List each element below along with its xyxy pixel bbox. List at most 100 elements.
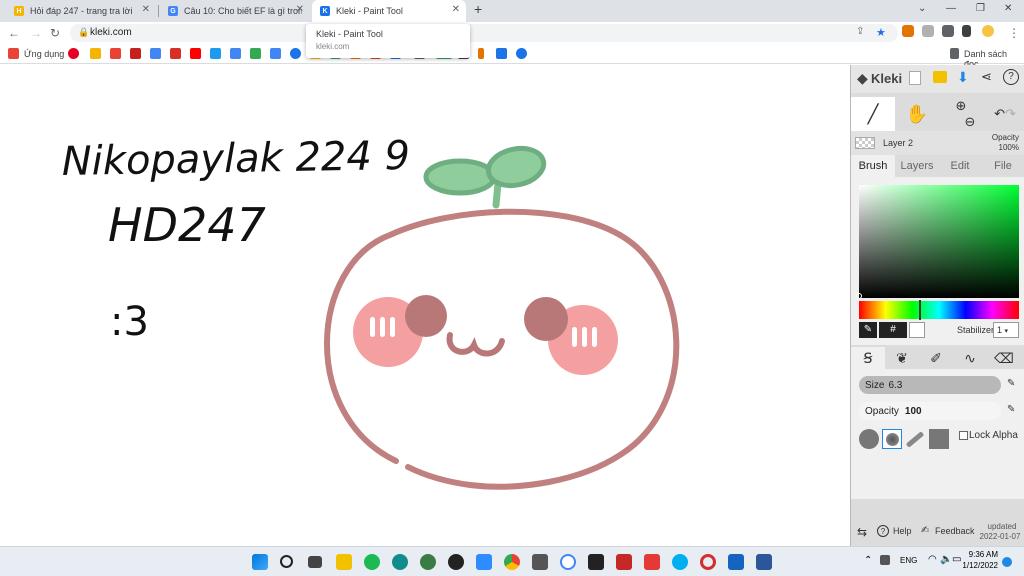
tray-app-icon[interactable] xyxy=(880,555,890,565)
clock-time[interactable]: 9:36 AM xyxy=(962,550,998,559)
twitter-icon[interactable] xyxy=(210,48,221,59)
youtube-icon[interactable] xyxy=(190,48,201,59)
app-icon[interactable] xyxy=(616,554,632,570)
feedback-link[interactable]: Feedback xyxy=(935,526,975,536)
sketchy-brush-button[interactable]: ✐ xyxy=(919,347,953,369)
close-tab-icon[interactable]: ✕ xyxy=(296,4,304,15)
redo-icon[interactable]: ↷ xyxy=(1005,106,1016,122)
help-icon[interactable]: ? xyxy=(1003,69,1019,85)
forward-icon[interactable]: → xyxy=(30,26,42,40)
pen-brush-button[interactable]: Ꞩ xyxy=(851,347,885,369)
app-icon[interactable] xyxy=(448,554,464,570)
help-link[interactable]: Help xyxy=(893,526,912,536)
skype-icon[interactable] xyxy=(672,554,688,570)
bookmark-icon[interactable] xyxy=(290,48,301,59)
google-icon[interactable] xyxy=(270,48,281,59)
swap-sides-icon[interactable]: ⇆ xyxy=(857,525,867,539)
eyedropper-icon[interactable]: ✎ xyxy=(859,322,877,338)
reload-icon[interactable]: ↻ xyxy=(50,26,60,40)
media-icon[interactable] xyxy=(962,25,971,37)
undo-redo-buttons[interactable]: ↶ ↷ xyxy=(983,97,1024,131)
hex-input-button[interactable]: # xyxy=(879,322,907,338)
app-icon[interactable] xyxy=(644,554,660,570)
drawing-canvas[interactable]: Nikopaylak 224 9 HD247 :3 xyxy=(0,65,850,546)
lock-alpha-checkbox[interactable] xyxy=(959,431,968,440)
camera-icon[interactable] xyxy=(532,554,548,570)
bookmark-icon[interactable] xyxy=(130,48,141,59)
tab-brush[interactable]: Brush xyxy=(851,155,895,177)
opacity-slider[interactable]: Opacity 100 xyxy=(859,402,1001,420)
chisel-brush-shape-button[interactable] xyxy=(905,429,925,449)
new-image-icon[interactable] xyxy=(909,71,921,85)
extension-icon[interactable] xyxy=(922,25,934,37)
secondary-color-swatch[interactable] xyxy=(909,322,925,338)
open-folder-icon[interactable] xyxy=(933,71,947,83)
eraser-button[interactable]: ⌫ xyxy=(987,347,1021,369)
clock-date[interactable]: 1/12/2022 xyxy=(956,561,998,570)
bookmark-icon[interactable] xyxy=(250,48,261,59)
word-icon[interactable] xyxy=(756,554,772,570)
hand-tool-button[interactable]: ✋ xyxy=(895,97,939,131)
round-brush-shape-button[interactable] xyxy=(859,429,879,449)
app-icon[interactable] xyxy=(420,554,436,570)
restore-icon[interactable]: ❐ xyxy=(976,3,985,14)
pinterest-icon[interactable] xyxy=(68,48,79,59)
share-icon[interactable]: ⇪ xyxy=(856,26,864,37)
close-tab-icon[interactable]: ✕ xyxy=(142,4,150,15)
size-slider[interactable]: Size 6.3 xyxy=(859,376,1001,394)
hue-handle[interactable] xyxy=(919,300,921,320)
soft-brush-shape-button[interactable] xyxy=(882,429,902,449)
google-icon[interactable] xyxy=(230,48,241,59)
new-tab-button[interactable]: + xyxy=(474,1,482,17)
bookmark-icon[interactable] xyxy=(478,48,484,59)
back-icon[interactable]: ← xyxy=(8,26,20,40)
close-window-icon[interactable]: ✕ xyxy=(1004,3,1012,14)
current-layer-row[interactable]: Layer 2 Opacity 100% xyxy=(851,131,1024,155)
address-bar[interactable]: 🔒 kleki.com xyxy=(70,24,898,42)
zoom-app-icon[interactable] xyxy=(476,554,492,570)
apps-grid-icon[interactable] xyxy=(8,48,19,59)
undo-icon[interactable]: ↶ xyxy=(994,106,1005,122)
media-player-icon[interactable] xyxy=(588,554,604,570)
save-download-icon[interactable]: ⬇ xyxy=(957,69,969,86)
size-pen-pressure-icon[interactable]: ✎ xyxy=(1007,378,1015,389)
minimize-icon[interactable]: — xyxy=(946,3,956,14)
extensions-puzzle-icon[interactable] xyxy=(942,25,954,37)
tray-chevron-up-icon[interactable]: ⌃ xyxy=(864,555,872,566)
reading-list-icon[interactable] xyxy=(950,48,959,59)
chrome-alt-icon[interactable] xyxy=(560,554,576,570)
volume-icon[interactable]: 🔈 xyxy=(940,554,952,565)
stabilizer-select[interactable]: 1 ▾ xyxy=(993,322,1019,338)
chrome-icon[interactable] xyxy=(504,554,520,570)
spotify-icon[interactable] xyxy=(364,554,380,570)
tab-hoidap[interactable]: H Hỏi đáp 247 - trang tra lời ✕ xyxy=(6,0,156,22)
close-tab-icon[interactable]: ✕ xyxy=(452,4,460,15)
bookmark-star-icon[interactable]: ★ xyxy=(876,26,886,39)
square-brush-shape-button[interactable] xyxy=(929,429,949,449)
translate-icon[interactable] xyxy=(150,48,161,59)
extension-icon[interactable] xyxy=(902,25,914,37)
bookmark-icon[interactable] xyxy=(516,48,527,59)
hue-slider[interactable] xyxy=(859,300,1019,320)
search-icon[interactable] xyxy=(280,555,293,568)
color-saturation-picker[interactable] xyxy=(856,185,1019,299)
app-icon[interactable] xyxy=(728,554,744,570)
opacity-pen-pressure-icon[interactable]: ✎ xyxy=(1007,404,1015,415)
hoidap-icon[interactable] xyxy=(90,48,101,59)
wifi-icon[interactable]: ◠ xyxy=(928,554,937,565)
bookmark-icon[interactable] xyxy=(170,48,181,59)
gmail-icon[interactable] xyxy=(110,48,121,59)
start-windows-icon[interactable] xyxy=(252,554,268,570)
opera-icon[interactable] xyxy=(700,554,716,570)
zoom-out-icon[interactable]: ⊖ xyxy=(965,114,976,130)
profile-avatar[interactable] xyxy=(982,25,994,37)
tab-kleki[interactable]: K Kleki - Paint Tool ✕ xyxy=(312,0,466,22)
menu-kebab-icon[interactable]: ⋮ xyxy=(1008,26,1020,40)
brush-tool-button[interactable]: ╱ xyxy=(851,97,895,131)
pixel-brush-button[interactable]: ∿ xyxy=(953,347,987,369)
tab-file[interactable]: File xyxy=(981,155,1024,177)
task-view-icon[interactable] xyxy=(308,556,322,568)
zoom-buttons[interactable]: ⊕ ⊖ xyxy=(939,97,983,131)
bookmark-icon[interactable] xyxy=(496,48,507,59)
blend-brush-button[interactable]: ❦ xyxy=(885,347,919,369)
